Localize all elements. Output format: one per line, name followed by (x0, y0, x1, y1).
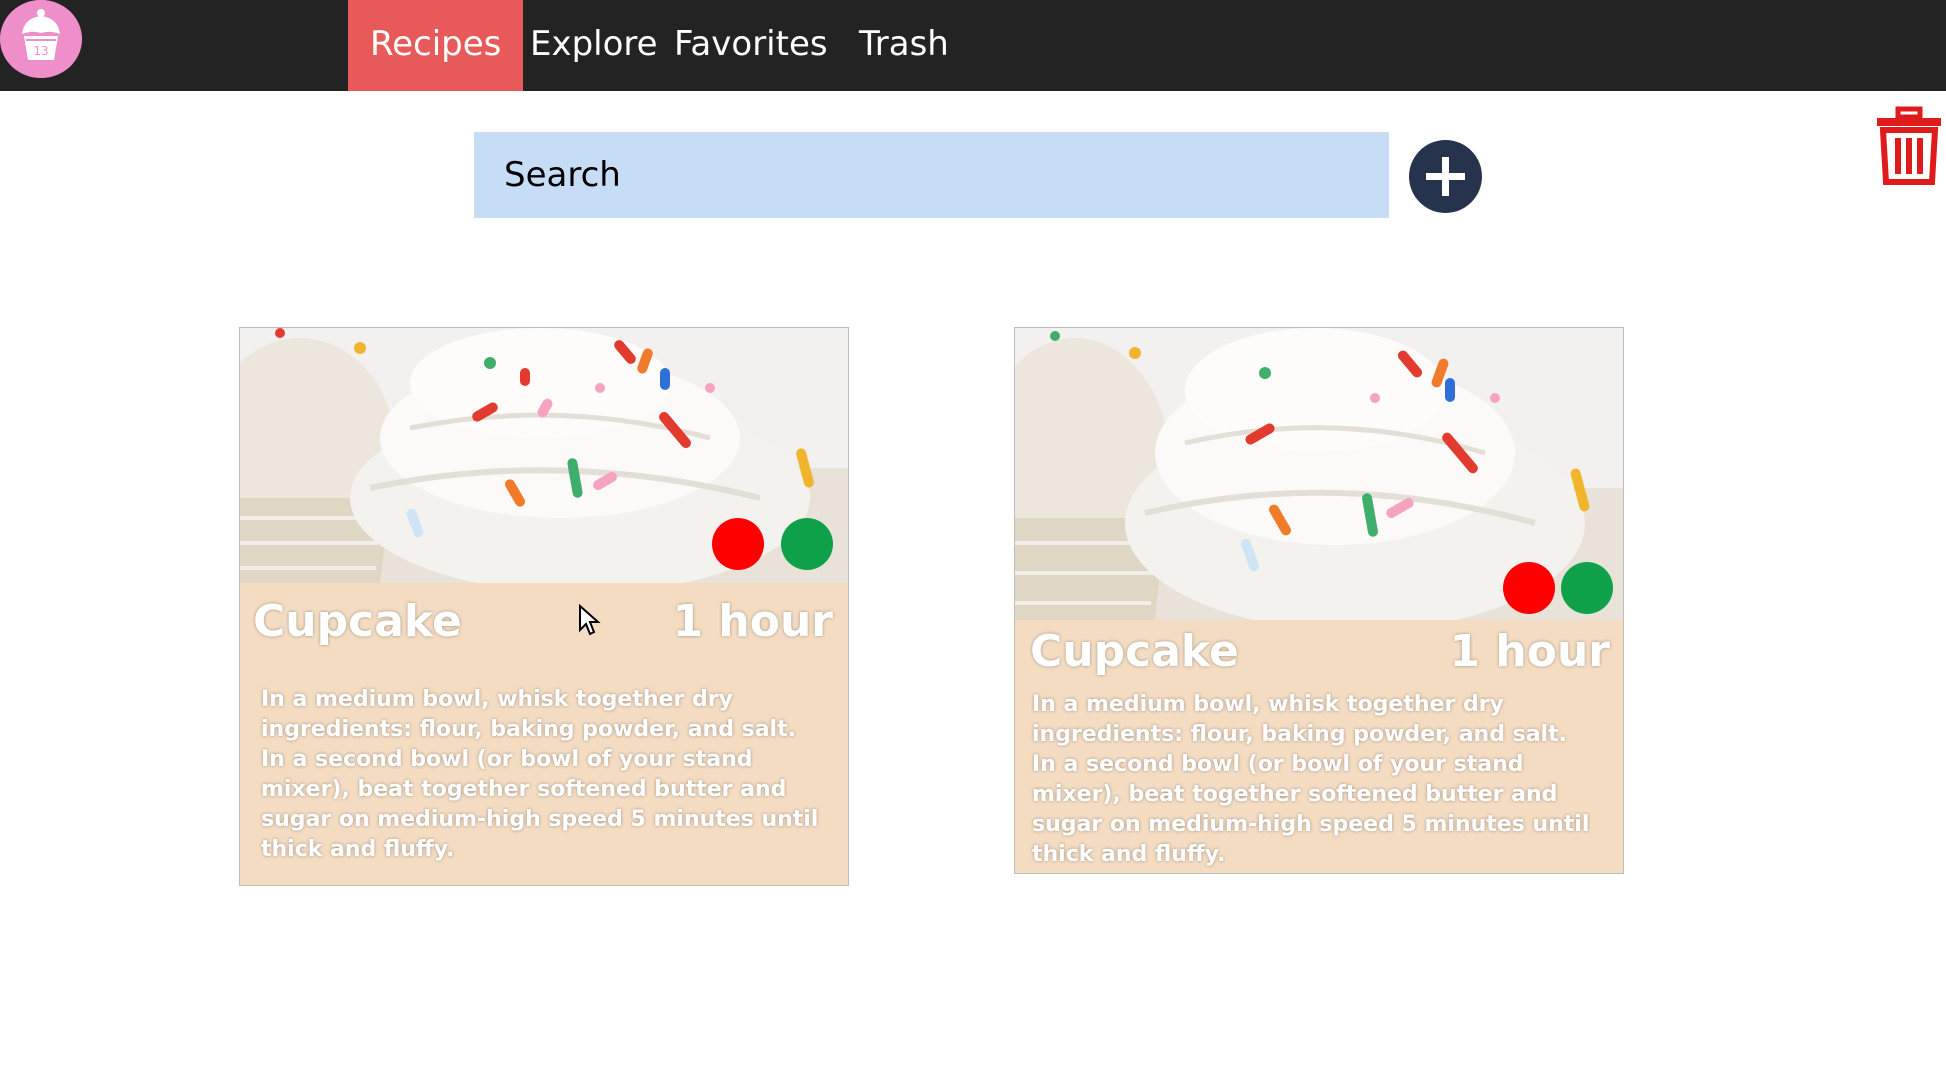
trash-button[interactable] (1874, 106, 1944, 186)
recipe-description: In a medium bowl, whisk together dry ing… (261, 685, 841, 865)
desc-line: mixer), beat together softened butter an… (1032, 782, 1558, 807)
green-dot-button[interactable] (1561, 562, 1613, 614)
top-navbar: 13 Recipes Explore Favorites Trash (0, 0, 1946, 91)
mouse-cursor-icon (579, 604, 601, 636)
recipe-card[interactable]: Cupcake 1 hour In a medium bowl, whisk t… (239, 327, 849, 886)
trash-icon (1877, 106, 1941, 185)
desc-line: sugar on medium-high speed 5 minutes unt… (261, 807, 819, 832)
green-dot-button[interactable] (781, 518, 833, 570)
recipe-card[interactable]: Cupcake 1 hour In a medium bowl, whisk t… (1014, 327, 1624, 874)
recipe-time: 1 hour (1449, 626, 1610, 677)
tab-favorites[interactable]: Favorites (674, 0, 828, 91)
desc-line: mixer), beat together softened butter an… (261, 777, 787, 802)
desc-line: In a medium bowl, whisk together dry (1032, 692, 1504, 717)
recipe-title: Cupcake (253, 596, 462, 647)
search-input[interactable] (474, 132, 1389, 218)
desc-line: In a second bowl (or bowl of your stand (1032, 752, 1524, 777)
desc-line: In a second bowl (or bowl of your stand (261, 747, 753, 772)
recipe-title: Cupcake (1030, 626, 1239, 677)
tab-recipes[interactable]: Recipes (348, 0, 524, 91)
plus-icon (1426, 157, 1465, 196)
red-dot-button[interactable] (1503, 562, 1555, 614)
desc-line: thick and fluffy. (261, 837, 455, 862)
tab-trash[interactable]: Trash (859, 0, 949, 91)
recipe-time: 1 hour (672, 596, 833, 647)
desc-line: sugar on medium-high speed 5 minutes unt… (1032, 812, 1590, 837)
cupcake-logo-icon[interactable]: 13 (0, 0, 82, 78)
recipe-description: In a medium bowl, whisk together dry ing… (1032, 690, 1617, 870)
tab-explore[interactable]: Explore (530, 0, 658, 91)
desc-line: In a medium bowl, whisk together dry (261, 687, 733, 712)
desc-line: thick and fluffy. (1032, 842, 1226, 867)
desc-line: ingredients: flour, baking powder, and s… (261, 717, 796, 742)
add-recipe-button[interactable] (1409, 140, 1482, 213)
red-dot-button[interactable] (712, 518, 764, 570)
logo-number: 13 (33, 44, 48, 58)
desc-line: ingredients: flour, baking powder, and s… (1032, 722, 1567, 747)
